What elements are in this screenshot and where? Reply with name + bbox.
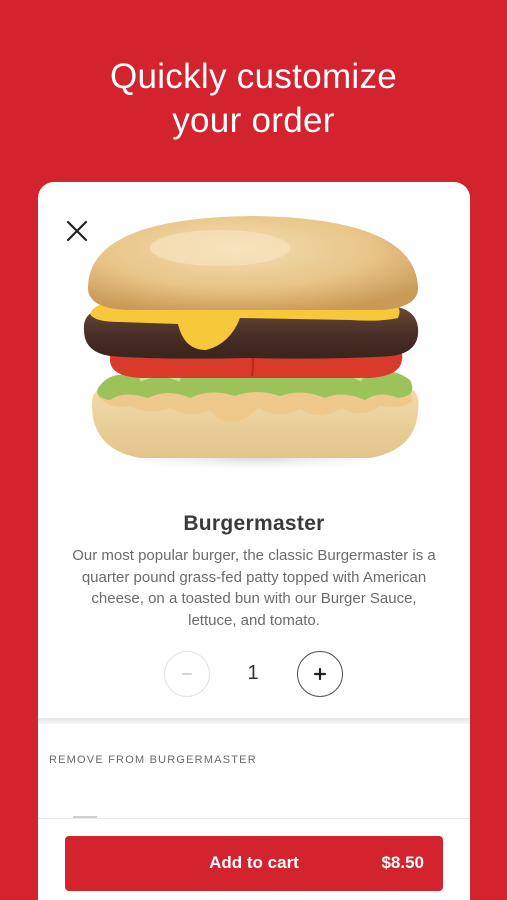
product-card: Burgermaster Our most popular burger, th…: [38, 182, 470, 900]
headline-line-1: Quickly customize: [109, 57, 398, 96]
cart-price: $8.50: [381, 853, 424, 872]
checkbox[interactable]: [73, 816, 97, 822]
burger-image: [83, 216, 420, 472]
headline-line-2: your order: [172, 101, 335, 140]
add-to-cart-button[interactable]: Add to cart $8.50: [65, 836, 443, 891]
plus-icon: [313, 667, 327, 681]
headline: Quickly customize your order: [0, 55, 507, 143]
decrease-quantity-button[interactable]: [164, 651, 210, 697]
section-label: REMOVE FROM BURGERMASTER: [49, 754, 257, 766]
quantity-value: 1: [247, 662, 259, 684]
product-title: Burgermaster: [183, 512, 325, 535]
footer-divider: [38, 818, 470, 819]
product-description: Our most popular burger, the classic Bur…: [72, 547, 436, 629]
increase-quantity-button[interactable]: [297, 651, 343, 697]
minus-icon: [182, 673, 192, 675]
